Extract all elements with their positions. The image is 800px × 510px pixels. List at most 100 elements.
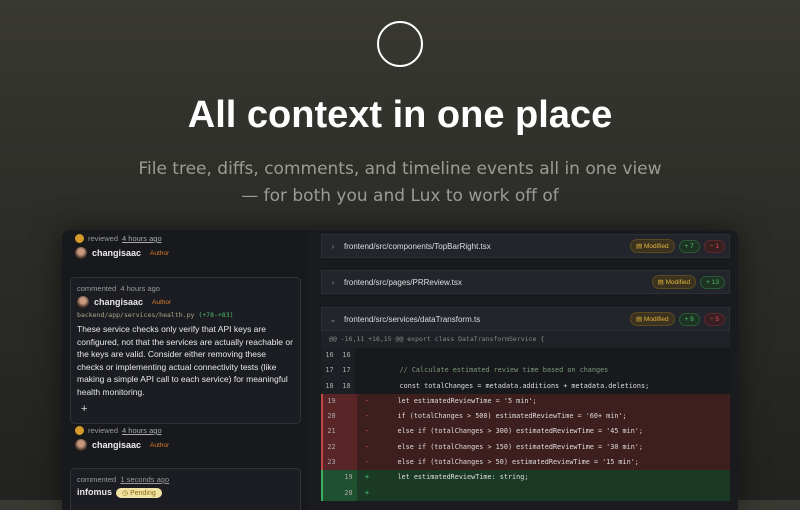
status-text: Pending [130, 490, 156, 497]
old-line-number: 17 [321, 363, 338, 379]
new-line-number [340, 393, 357, 410]
old-line-number: 22 [323, 439, 340, 456]
username[interactable]: changisaac [94, 297, 143, 307]
file-name: frontend/src/pages/PRReview.tsx [344, 277, 462, 287]
new-line-number: 16 [338, 348, 355, 364]
file-row[interactable]: › frontend/src/components/TopBarRight.tsx… [321, 234, 730, 258]
diff-sign: - [364, 427, 370, 436]
comment-meta: commented 1 seconds ago [77, 475, 300, 484]
modified-badge: ▤ Modified [651, 275, 697, 289]
old-line-number [323, 485, 340, 501]
diff-line: 19 - let estimatedReviewTime = '5 min'; [321, 393, 730, 410]
status-text: Modified [643, 243, 669, 250]
code-text: let estimatedReviewTime = '5 min'; [377, 396, 537, 405]
review-event: reviewed 4 hours ago [75, 234, 162, 243]
event-action: commented [77, 475, 117, 484]
line-range: (+78-+83) [198, 311, 234, 319]
file-name: frontend/src/services/dataTransform.ts [344, 314, 481, 324]
chevron-right-icon: › [331, 241, 335, 251]
diff-line: 18 18 const totalChanges = metadata.addit… [321, 378, 730, 394]
avatar [75, 247, 87, 259]
diff-line: 17 17 // Calculate estimated review time … [321, 363, 730, 379]
new-line-number: 18 [338, 378, 355, 394]
additions-badge: + 7 [678, 239, 700, 253]
event-time-link[interactable]: 4 hours ago [122, 426, 162, 435]
diff-sign: - [364, 442, 370, 451]
avatar [75, 439, 87, 451]
hunk-header: @@ -16,11 +16,15 @@ export class DataTra… [321, 331, 730, 348]
code-text: else if (totalChanges > 300) estimatedRe… [377, 427, 643, 436]
comment-body: These service checks only verify that AP… [77, 324, 293, 397]
diff-panel: › frontend/src/components/TopBarRight.tsx… [308, 230, 738, 510]
file-path-link[interactable]: backend/app/services/health.py (+78-+83) [77, 311, 300, 319]
diff-line: 23 - else if (totalChanges > 50) estimate… [321, 455, 730, 471]
event-time-link[interactable]: 4 hours ago [122, 234, 162, 243]
username[interactable]: changisaac [92, 248, 141, 258]
user-row: changisaac Author [75, 439, 169, 451]
hero-subtitle: File tree, diffs, comments, and timeline… [0, 156, 800, 210]
chevron-down-icon: ⌄ [329, 314, 337, 324]
event-time: 1 seconds ago [120, 475, 170, 484]
chevron-right-icon: › [331, 277, 335, 287]
new-line-number: 17 [338, 363, 355, 379]
add-reaction-button[interactable]: + [81, 403, 300, 415]
file-path: backend/app/services/health.py [77, 311, 195, 319]
old-line-number: 20 [323, 409, 340, 425]
code-text: else if (totalChanges > 50) estimatedRev… [377, 458, 639, 467]
author-badge: Author [150, 249, 170, 257]
event-action: reviewed [88, 426, 119, 435]
old-line-number [323, 470, 340, 486]
code-text: let estimatedReviewTime: string; [377, 473, 529, 482]
author-badge: Author [150, 441, 170, 449]
diff-sign: - [364, 412, 370, 421]
new-line-number: 20 [340, 485, 357, 501]
code-text: else if (totalChanges > 150) estimatedRe… [377, 442, 643, 451]
new-line-number [340, 424, 357, 440]
diff-sign [355, 348, 375, 363]
old-line-number: 18 [321, 378, 338, 394]
diff-sign: - [364, 458, 370, 467]
user-row: infomus ◷ Pending [77, 487, 300, 498]
timeline-panel: reviewed 4 hours ago changisaac Author com… [62, 230, 308, 510]
new-line-number [340, 455, 357, 471]
review-icon [75, 426, 84, 435]
diff-sign [355, 363, 375, 378]
new-line-number: 19 [340, 470, 357, 486]
diff-line: 20 + [321, 485, 730, 501]
diff-sign: + [364, 473, 370, 482]
event-action: reviewed [88, 234, 119, 243]
code-text: // Calculate estimated review time based… [375, 366, 609, 375]
file-name: frontend/src/components/TopBarRight.tsx [344, 241, 491, 251]
diff-line: 19 + let estimatedReviewTime: string; [321, 470, 730, 486]
old-line-number: 21 [323, 424, 340, 440]
diff-code: 16 16 17 17 // Calculate estimated review t… [321, 348, 730, 501]
status-text: Modified [643, 316, 669, 323]
review-icon [75, 234, 84, 243]
user-row: changisaac Author [77, 296, 300, 308]
avatar [77, 296, 89, 308]
username[interactable]: infomus [77, 487, 112, 497]
username[interactable]: changisaac [92, 440, 141, 450]
comment-card: commented 1 seconds ago infomus ◷ Pending [70, 468, 301, 510]
diff-line: 22 - else if (totalChanges > 150) estimat… [321, 439, 730, 456]
new-line-number [340, 409, 357, 425]
app-panel: reviewed 4 hours ago changisaac Author com… [62, 230, 738, 510]
new-line-number [340, 439, 357, 456]
code-text: if (totalChanges > 500) estimatedReviewT… [377, 412, 627, 421]
review-event: reviewed 4 hours ago [75, 426, 162, 435]
subtitle-line-2: — for both you and Lux to work off of [241, 186, 559, 206]
old-line-number: 16 [321, 348, 338, 364]
file-row[interactable]: › frontend/src/pages/PRReview.tsx ▤ Modifi… [321, 270, 730, 294]
event-action: commented [77, 284, 117, 293]
comment-card: commented 4 hours ago changisaac Author b… [70, 277, 301, 424]
pending-badge: ◷ Pending [116, 488, 162, 498]
file-row-expanded[interactable]: ⌄ frontend/src/services/dataTransform.ts ▤… [321, 307, 730, 331]
diff-line: 20 - if (totalChanges > 500) estimatedRev… [321, 409, 730, 425]
old-line-number: 23 [323, 455, 340, 471]
diff-sign: + [364, 488, 370, 497]
additions-badge: + 9 [678, 312, 700, 326]
user-row: changisaac Author [75, 247, 169, 259]
modified-badge: ▤ Modified [630, 239, 675, 253]
event-time: 4 hours ago [120, 284, 160, 293]
